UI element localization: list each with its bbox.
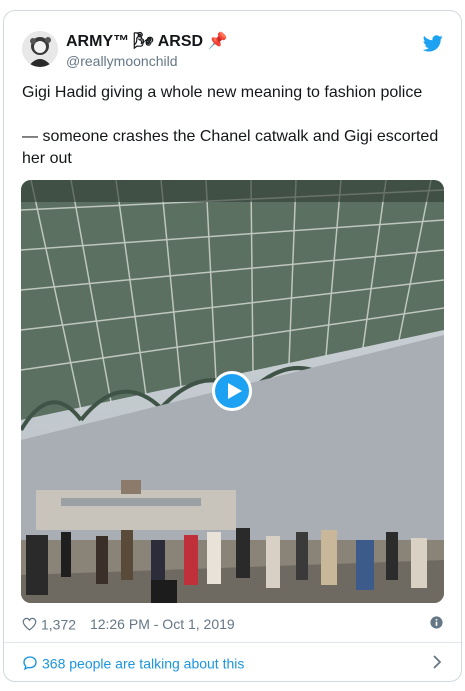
talking-about-link[interactable]: 368 people are talking about this bbox=[42, 655, 244, 671]
author-names[interactable]: ARMY™ 🌬 ARSD 📌 @reallymoonchild bbox=[66, 32, 227, 70]
tweet-header: ARMY™ 🌬 ARSD 📌 @reallymoonchild bbox=[22, 31, 443, 71]
author-display-name[interactable]: ARMY™ 🌬 ARSD 📌 bbox=[66, 32, 227, 52]
like-count[interactable]: 1,372 bbox=[41, 616, 76, 632]
avatar[interactable] bbox=[22, 31, 58, 67]
speech-bubble-icon bbox=[23, 656, 37, 671]
author-handle[interactable]: @reallymoonchild bbox=[66, 52, 227, 70]
tweet-text: Gigi Hadid giving a whole new meaning to… bbox=[22, 82, 442, 170]
tweet-card[interactable]: ARMY™ 🌬 ARSD 📌 @reallymoonchild Gigi Had… bbox=[3, 10, 462, 682]
timestamp[interactable]: 12:26 PM - Oct 1, 2019 bbox=[90, 616, 235, 632]
tweet-meta: 1,372 12:26 PM - Oct 1, 2019 bbox=[22, 613, 443, 633]
tweet-text-line: Gigi Hadid giving a whole new meaning to… bbox=[22, 84, 423, 101]
twitter-bird-icon[interactable] bbox=[423, 35, 443, 52]
conversation-link-row[interactable]: 368 people are talking about this bbox=[22, 651, 443, 673]
play-button[interactable] bbox=[212, 371, 252, 411]
video-thumbnail[interactable] bbox=[21, 180, 444, 603]
chevron-right-icon[interactable] bbox=[433, 655, 441, 669]
tweet-text-line: — someone crashes the Chanel catwalk and… bbox=[22, 128, 439, 167]
info-icon[interactable] bbox=[430, 616, 443, 629]
tweet-text-spacer bbox=[22, 104, 442, 126]
heart-icon[interactable] bbox=[22, 617, 37, 632]
divider bbox=[4, 642, 461, 643]
